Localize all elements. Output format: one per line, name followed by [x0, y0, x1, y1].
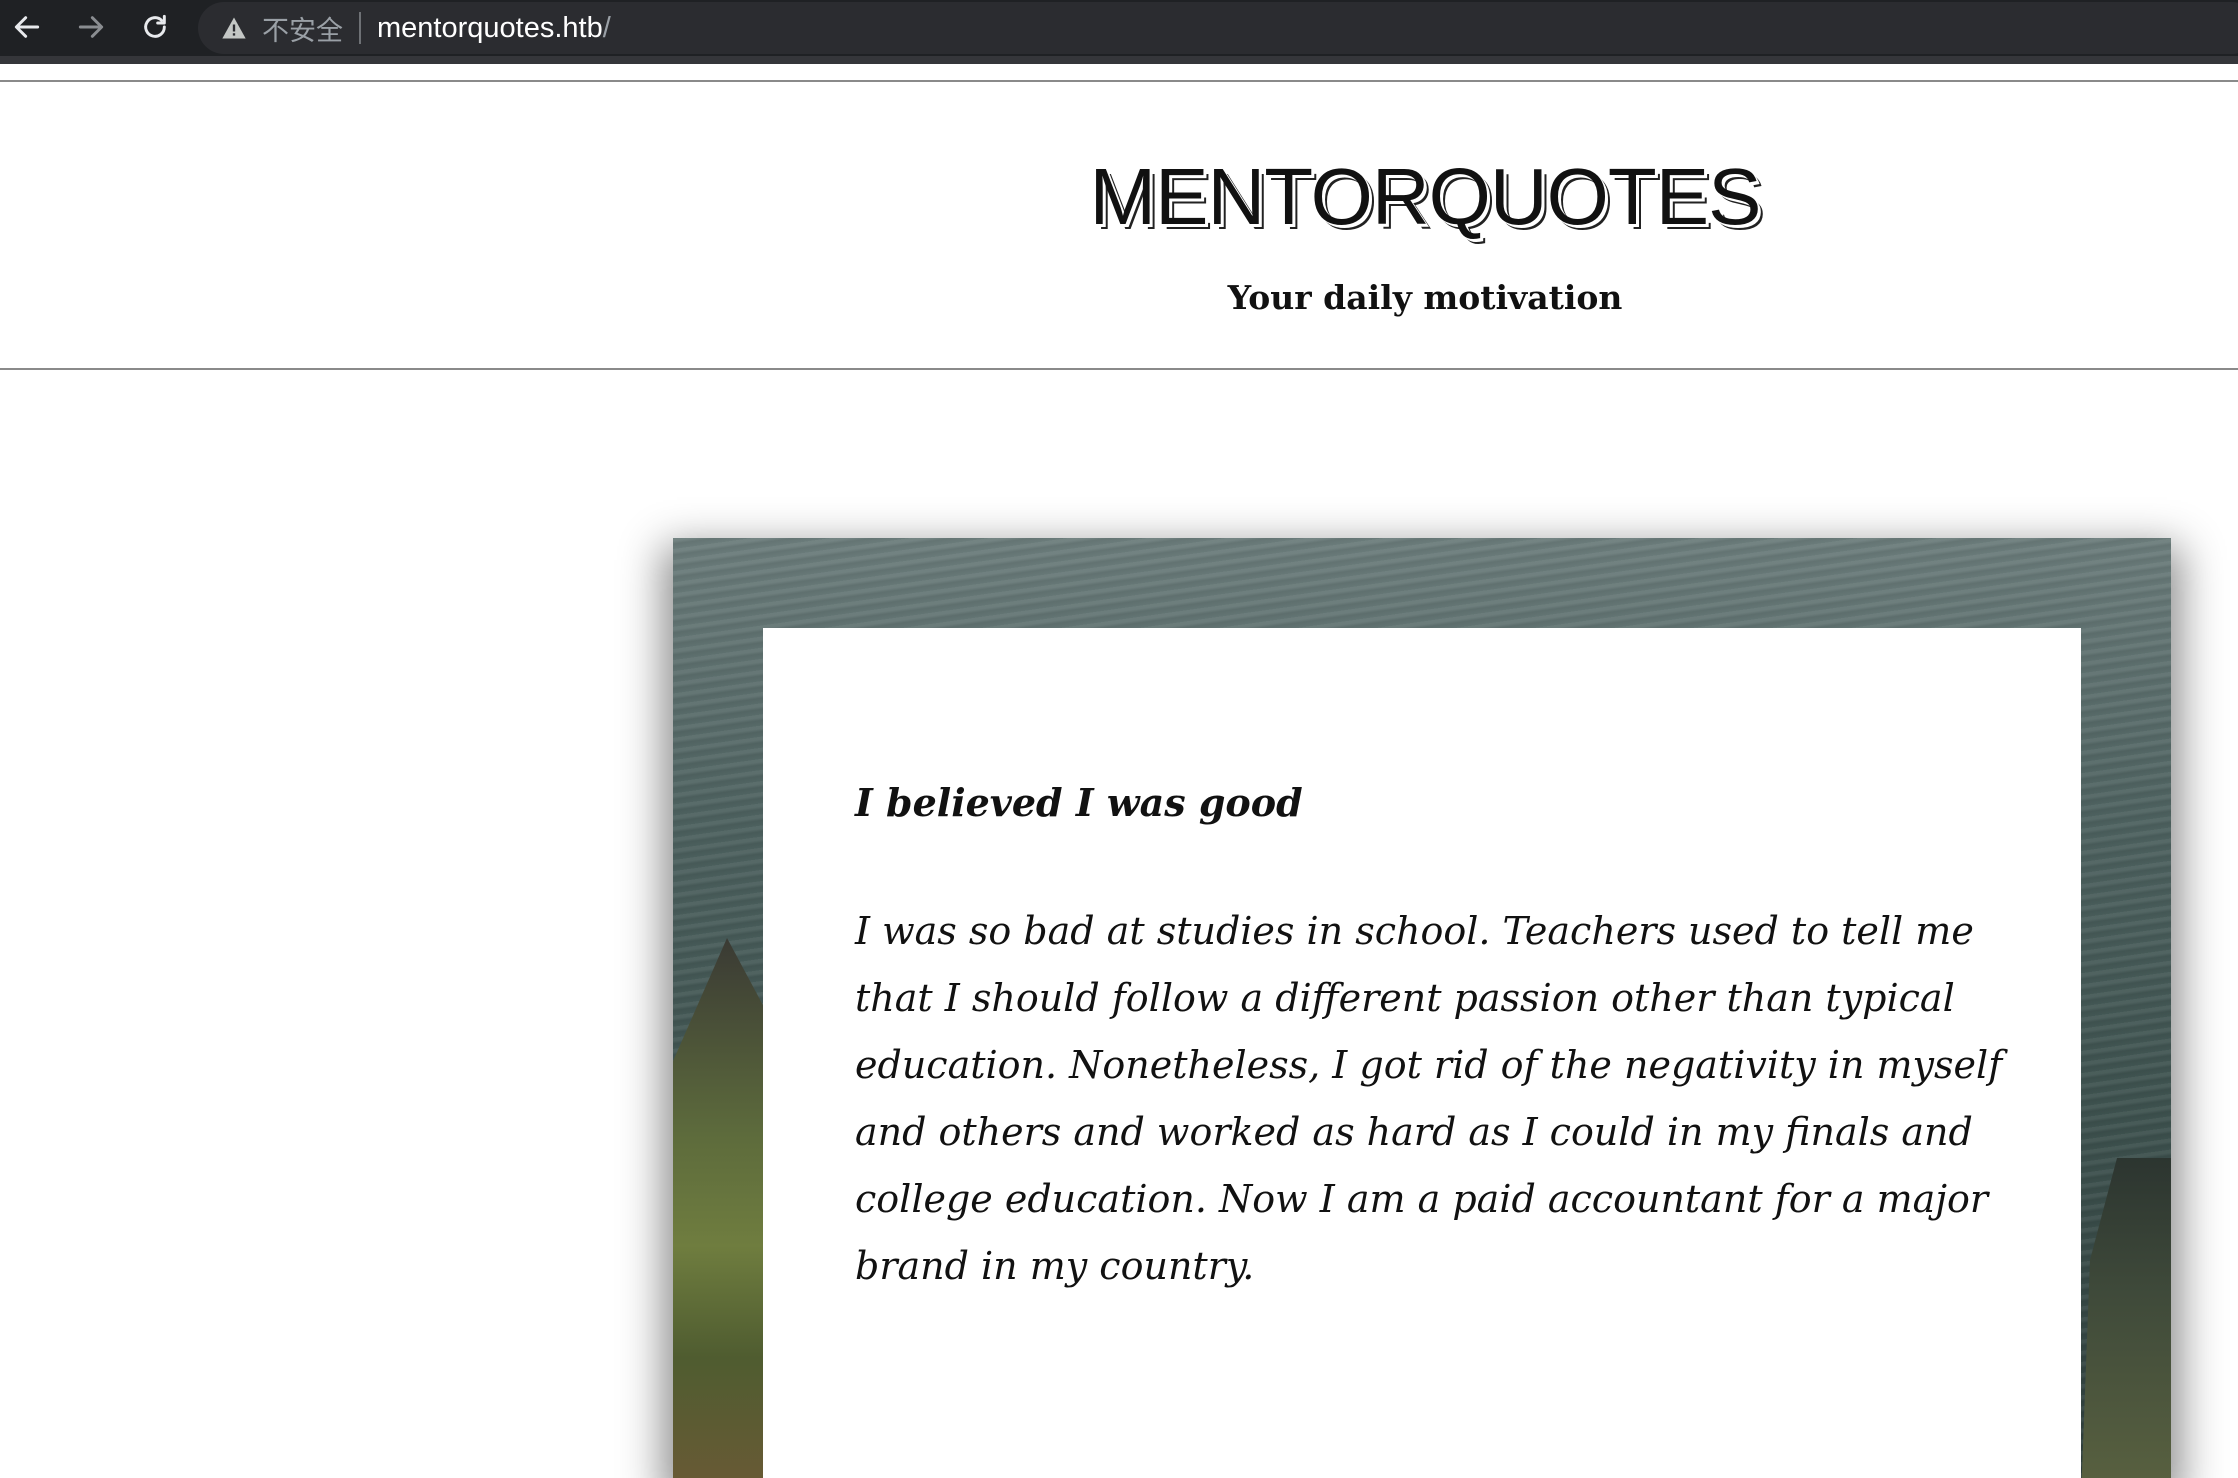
back-button[interactable]	[6, 6, 48, 48]
background-cliff-left	[673, 938, 763, 1478]
browser-toolbar: 不安全 mentorquotes.htb/	[0, 0, 2238, 64]
background-cliff-right	[2081, 1158, 2171, 1478]
back-arrow-icon	[14, 16, 40, 38]
quote-panel: I believed I was good I was so bad at st…	[763, 628, 2081, 1478]
warning-icon[interactable]	[220, 14, 248, 42]
quote-card: I believed I was good I was so bad at st…	[673, 538, 2171, 1478]
top-divider	[0, 80, 2238, 82]
url-path: /	[602, 11, 611, 44]
header-divider	[0, 368, 2238, 370]
address-divider	[359, 12, 361, 44]
site-tagline: Your daily motivation	[1227, 278, 1623, 317]
address-bar[interactable]: 不安全 mentorquotes.htb/	[198, 2, 2238, 54]
site-title: MENTORQUOTES	[1089, 152, 1761, 241]
reload-button[interactable]	[134, 6, 176, 48]
forward-button[interactable]	[70, 6, 112, 48]
url-host: mentorquotes.htb	[377, 11, 603, 44]
url-text[interactable]: mentorquotes.htb/	[377, 12, 611, 45]
reload-icon	[144, 14, 166, 38]
quote-body: I was so bad at studies in school. Teach…	[855, 909, 2003, 1288]
forward-arrow-icon	[78, 16, 104, 38]
security-status-label[interactable]: 不安全	[262, 9, 343, 48]
quote-title: I believed I was good	[855, 780, 1303, 825]
